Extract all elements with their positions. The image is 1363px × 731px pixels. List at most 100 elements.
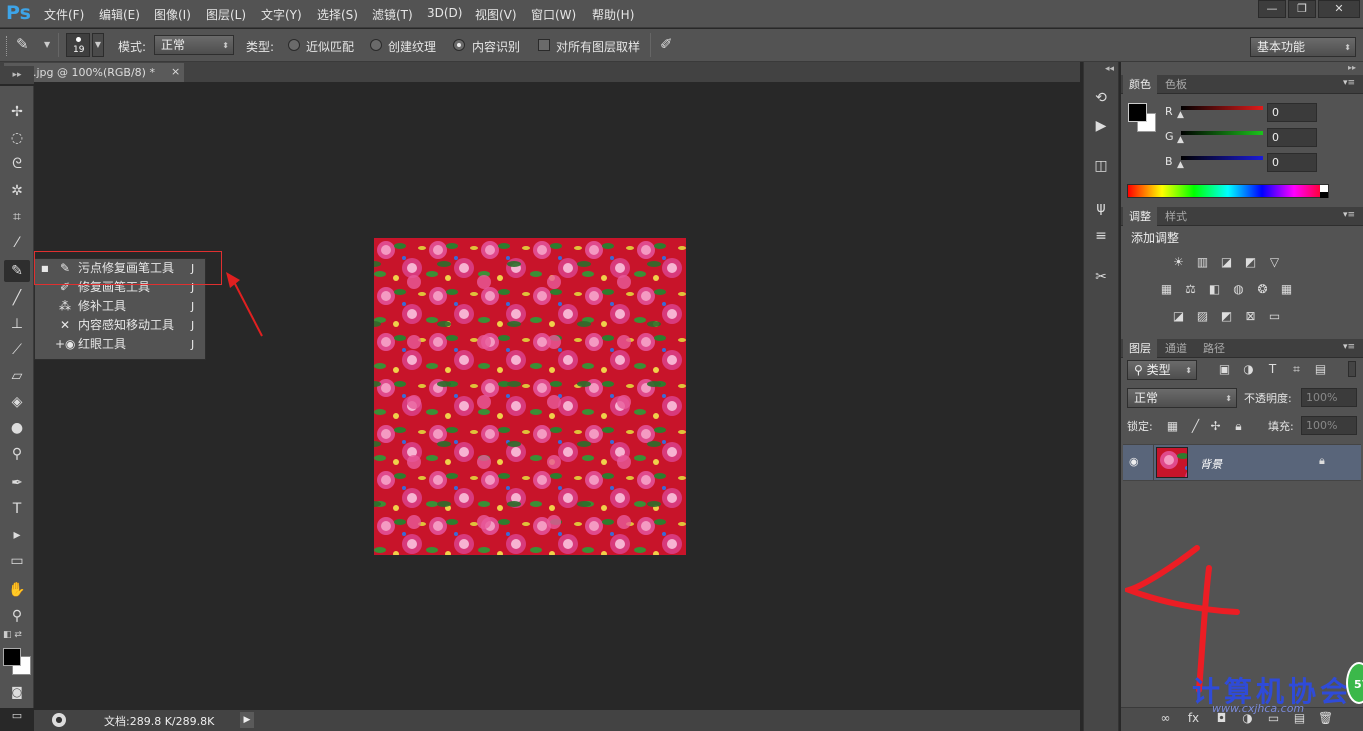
status-info-icon[interactable]: ● xyxy=(52,713,66,727)
pressure-brush-icon[interactable]: ✐ xyxy=(660,35,673,53)
dodge-tool-icon[interactable]: ⚲ xyxy=(4,443,30,465)
marquee-tool-icon[interactable]: ◌ xyxy=(4,127,30,149)
lock-all-icon[interactable]: 🔒︎ xyxy=(1231,420,1246,433)
tool-presets-panel-icon[interactable]: ✂ xyxy=(1089,266,1113,288)
lock-position-icon[interactable]: ✢ xyxy=(1208,420,1223,433)
layer-name[interactable]: 背景 xyxy=(1200,456,1222,472)
filter-pixel-icon[interactable]: ▣ xyxy=(1217,363,1232,376)
workspace-select[interactable]: 基本功能 ⬍ xyxy=(1250,37,1356,57)
spot-healing-brush-tool-icon[interactable]: ✎ xyxy=(4,260,30,282)
channel-r-slider[interactable] xyxy=(1181,106,1263,110)
radio-create-texture[interactable] xyxy=(370,39,382,51)
actions-panel-icon[interactable]: ▶ xyxy=(1089,115,1113,137)
invert-adjustment-icon[interactable]: ◪ xyxy=(1171,310,1186,323)
color-lookup-adjustment-icon[interactable]: ▦ xyxy=(1279,283,1294,296)
channel-b-input[interactable]: 0 xyxy=(1267,153,1317,172)
clone-stamp-tool-icon[interactable]: ⊥ xyxy=(4,313,30,335)
layer-row-background[interactable]: ◉ 背景 🔒︎ xyxy=(1123,444,1361,481)
menu-window[interactable]: 窗口(W) xyxy=(531,6,576,23)
menu-image[interactable]: 图像(I) xyxy=(154,6,191,23)
tab-close-icon[interactable]: × xyxy=(171,65,180,78)
proximity-match-label[interactable]: 近似匹配 xyxy=(306,38,354,55)
flyout-item-red-eye[interactable]: +◉ 红眼工具 J xyxy=(35,335,205,354)
panel-menu-icon[interactable]: ▾≡ xyxy=(1343,78,1355,88)
tab-color[interactable]: 颜色 xyxy=(1123,75,1157,94)
minimize-button[interactable]: — xyxy=(1258,0,1286,18)
menu-layer[interactable]: 图层(L) xyxy=(206,6,246,23)
lock-image-icon[interactable]: ╱ xyxy=(1188,420,1203,433)
filter-smart-object-icon[interactable]: ▤ xyxy=(1313,363,1328,376)
menu-help[interactable]: 帮助(H) xyxy=(592,6,634,23)
create-texture-label[interactable]: 创建纹理 xyxy=(388,38,436,55)
rectangle-tool-icon[interactable]: ▭ xyxy=(4,550,30,572)
preset-chevron-down-icon[interactable]: ▼ xyxy=(44,40,50,49)
delete-layer-icon[interactable]: 🗑︎ xyxy=(1318,712,1333,725)
brush-size-picker[interactable]: 19 xyxy=(66,33,90,57)
hue-saturation-adjustment-icon[interactable]: ▦ xyxy=(1159,283,1174,296)
screen-mode-icon[interactable]: ▭ xyxy=(4,705,30,727)
menu-filter[interactable]: 滤镜(T) xyxy=(372,6,413,23)
menu-3d[interactable]: 3D(D) xyxy=(427,6,462,20)
pen-tool-icon[interactable]: ✒ xyxy=(4,472,30,494)
strip-collapse-icon[interactable]: ◂◂ xyxy=(1105,64,1114,74)
flyout-item-content-aware-move[interactable]: ✕ 内容感知移动工具 J xyxy=(35,316,205,335)
history-panel-icon[interactable]: ⟲ xyxy=(1089,87,1113,109)
restore-button[interactable]: ❐ xyxy=(1288,0,1316,18)
color-fg-swatch[interactable] xyxy=(1128,103,1147,122)
foreground-color-swatch[interactable] xyxy=(3,648,21,666)
channel-r-input[interactable]: 0 xyxy=(1267,103,1317,122)
channel-mixer-adjustment-icon[interactable]: ❂ xyxy=(1255,283,1270,296)
history-brush-tool-icon[interactable]: ⟋ xyxy=(4,339,30,361)
sample-all-layers-label[interactable]: 对所有图层取样 xyxy=(556,38,640,55)
filter-type-icon[interactable]: T xyxy=(1265,363,1280,376)
slider-thumb-icon[interactable]: ▲ xyxy=(1177,110,1184,120)
tab-channels[interactable]: 通道 xyxy=(1159,339,1193,358)
filter-adjustment-icon[interactable]: ◑ xyxy=(1241,363,1256,376)
panels-collapse-icon[interactable]: ▸▸ xyxy=(1348,63,1356,72)
tab-swatches[interactable]: 色板 xyxy=(1159,75,1193,94)
fill-input[interactable]: 100% xyxy=(1301,416,1357,435)
exposure-adjustment-icon[interactable]: ◩ xyxy=(1243,256,1258,269)
channel-g-slider[interactable] xyxy=(1181,131,1263,135)
grip-handle[interactable] xyxy=(6,36,10,56)
spot-healing-tool-preset-icon[interactable]: ✎ xyxy=(16,35,38,55)
slider-thumb-icon[interactable]: ▲ xyxy=(1177,135,1184,145)
brush-presets-panel-icon[interactable]: ψ xyxy=(1089,197,1113,219)
filter-toggle[interactable] xyxy=(1348,361,1356,377)
channel-b-slider[interactable] xyxy=(1181,156,1263,160)
brush-chevron-down-icon[interactable]: ▼ xyxy=(92,33,104,57)
curves-adjustment-icon[interactable]: ◪ xyxy=(1219,256,1234,269)
tab-paths[interactable]: 路径 xyxy=(1197,339,1231,358)
color-spectrum-ramp[interactable] xyxy=(1127,184,1329,198)
color-balance-adjustment-icon[interactable]: ⚖ xyxy=(1183,283,1198,296)
vibrance-adjustment-icon[interactable]: ▽ xyxy=(1267,256,1282,269)
sample-all-layers-checkbox[interactable] xyxy=(538,39,550,51)
quick-mask-icon[interactable]: ◙ xyxy=(4,681,30,703)
tab-styles[interactable]: 样式 xyxy=(1159,207,1193,226)
slider-thumb-icon[interactable]: ▲ xyxy=(1177,160,1184,170)
menu-view[interactable]: 视图(V) xyxy=(475,6,517,23)
menu-file[interactable]: 文件(F) xyxy=(44,6,84,23)
move-tool-icon[interactable]: ✢ xyxy=(4,101,30,123)
threshold-adjustment-icon[interactable]: ◩ xyxy=(1219,310,1234,323)
status-menu-arrow-icon[interactable]: ▶ xyxy=(240,712,254,728)
visibility-eye-icon[interactable]: ◉ xyxy=(1129,455,1139,468)
photo-filter-adjustment-icon[interactable]: ◍ xyxy=(1231,283,1246,296)
3d-panel-icon[interactable]: ◫ xyxy=(1089,155,1113,177)
layer-filter-select[interactable]: ⚲ 类型 ⬍ xyxy=(1127,360,1197,380)
content-aware-label[interactable]: 内容识别 xyxy=(472,38,520,55)
panel-menu-icon[interactable]: ▾≡ xyxy=(1343,210,1355,220)
filter-shape-icon[interactable]: ⌗ xyxy=(1289,363,1304,376)
type-tool-icon[interactable]: T xyxy=(4,498,30,520)
close-button[interactable]: ✕ xyxy=(1318,0,1360,18)
brush-tool-icon[interactable]: ╱ xyxy=(4,287,30,309)
layer-style-icon[interactable]: fx xyxy=(1186,712,1201,725)
toolbar-collapse[interactable]: ▸▸ xyxy=(0,66,34,84)
flyout-item-patch[interactable]: ⁂ 修补工具 J xyxy=(35,297,205,316)
menu-type[interactable]: 文字(Y) xyxy=(261,6,302,23)
selective-color-adjustment-icon[interactable]: ⊠ xyxy=(1243,310,1258,323)
channel-g-input[interactable]: 0 xyxy=(1267,128,1317,147)
crop-tool-icon[interactable]: ⌗ xyxy=(4,206,30,228)
tab-adjustments[interactable]: 调整 xyxy=(1123,207,1157,226)
lock-transparent-icon[interactable]: ▦ xyxy=(1165,420,1180,433)
